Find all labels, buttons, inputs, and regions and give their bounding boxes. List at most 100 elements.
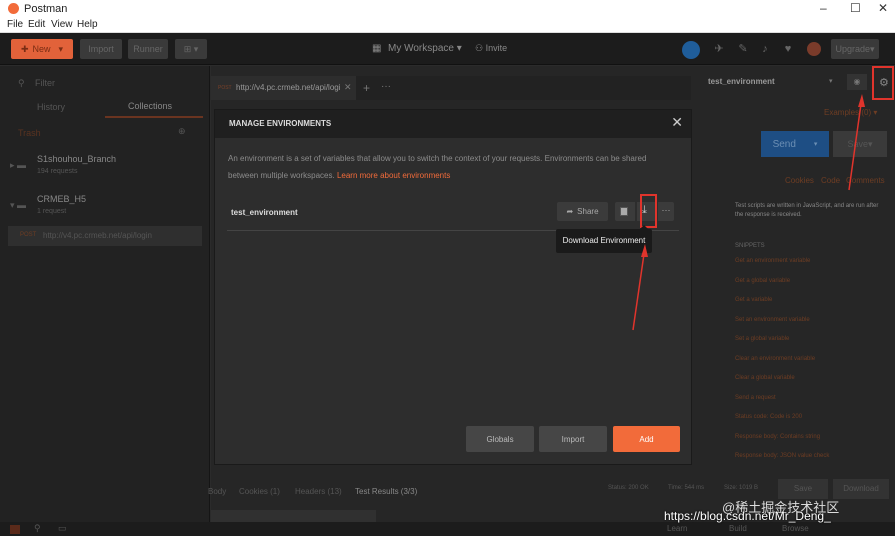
tab-history[interactable]: History	[37, 102, 65, 112]
watermark-csdn: https://blog.csdn.net/Mr_Deng_	[664, 509, 831, 523]
sync-icon[interactable]	[682, 41, 700, 59]
new-window-button[interactable]: ⊞ ▾	[175, 39, 207, 59]
save-button[interactable]: Save ▾	[833, 131, 887, 157]
collection-name: S1shouhou_Branch	[37, 154, 117, 164]
response-time: Time: 544 ms	[668, 485, 705, 491]
more-options-button[interactable]: ···	[658, 202, 674, 221]
new-button[interactable]: ✚ New ▾	[11, 39, 73, 59]
save-response-button[interactable]: Save	[778, 479, 828, 499]
find-icon[interactable]: ⚲	[34, 523, 41, 534]
cookies-link[interactable]: Cookies	[785, 176, 814, 185]
send-button[interactable]: Send ▾	[761, 131, 829, 157]
minimize-icon[interactable]: –	[820, 1, 827, 15]
window-title: Postman	[24, 3, 68, 15]
search-icon: ⚲	[18, 78, 25, 88]
filter-input[interactable]: Filter	[35, 78, 55, 88]
response-status: Status: 200 OK	[608, 485, 649, 491]
add-button[interactable]: Add	[613, 426, 680, 452]
environment-selector[interactable]: test_environment ▾	[702, 72, 842, 92]
tab-body[interactable]: Body	[208, 487, 226, 496]
code-link[interactable]: Code	[821, 176, 840, 185]
folder-icon: ▾ ▬	[10, 200, 27, 210]
collection-count: 1 request	[37, 208, 67, 215]
browse-link[interactable]: Browse	[782, 524, 809, 533]
snippet-link[interactable]: Get a variable	[735, 297, 772, 303]
close-window-icon[interactable]: ✕	[878, 1, 888, 15]
menu-edit[interactable]: Edit	[28, 19, 45, 30]
new-collection-icon[interactable]: ⊕	[178, 126, 186, 137]
close-tab-icon[interactable]: ✕	[344, 82, 352, 93]
request-tab-url: http://v4.pc.crmeb.net/api/logi	[236, 83, 341, 92]
menu-bar: File Edit View Help	[0, 18, 895, 33]
globals-button[interactable]: Globals	[466, 426, 534, 452]
tab-cookies[interactable]: Cookies (1)	[239, 487, 280, 496]
menu-help[interactable]: Help	[77, 19, 98, 30]
quick-look-eye-icon[interactable]: ◉	[847, 74, 867, 90]
snippet-link[interactable]: Status code: Code is 200	[735, 414, 802, 420]
add-tab-icon[interactable]: +	[363, 81, 370, 95]
maximize-icon[interactable]: ☐	[850, 1, 861, 15]
snippet-link[interactable]: Set an environment variable	[735, 317, 810, 323]
menu-view[interactable]: View	[51, 19, 73, 30]
collection-count: 194 requests	[37, 168, 78, 175]
collection-item[interactable]: ▾ ▬ CRMEB_H5 1 request	[0, 188, 210, 220]
status-bar: ⚲ ▭ Learn Build Browse	[0, 522, 895, 536]
duplicate-button[interactable]	[615, 202, 635, 221]
collection-item[interactable]: ▸ ▬ S1shouhou_Branch 194 requests	[0, 148, 210, 180]
snippet-link[interactable]: Response body: JSON value check	[735, 453, 829, 459]
snippet-link[interactable]: Set a global variable	[735, 336, 789, 342]
tests-intro: Test scripts are written in JavaScript, …	[735, 203, 879, 218]
tab-headers[interactable]: Headers (13)	[295, 487, 342, 496]
sidebar-toggle-icon[interactable]	[10, 525, 20, 534]
request-tab[interactable]: POST http://v4.pc.crmeb.net/api/logi ✕	[211, 76, 356, 100]
tab-collections[interactable]: Collections	[128, 101, 172, 111]
manage-environments-modal: MANAGE ENVIRONMENTS ✕ An environment is …	[214, 109, 692, 465]
learn-link[interactable]: Learn	[667, 524, 687, 533]
trash-link[interactable]: Trash	[18, 128, 41, 138]
title-bar: Postman – ☐ ✕	[0, 0, 895, 18]
menu-file[interactable]: File	[7, 19, 23, 30]
sidebar: ⚲ Filter History Collections Trash ⊕ ▸ ▬…	[0, 66, 210, 524]
request-item[interactable]: POST http://v4.pc.crmeb.net/api/login	[8, 226, 202, 246]
invite-button[interactable]: ⚇ Invite	[475, 43, 507, 54]
share-button[interactable]: ➦ Share	[557, 202, 608, 221]
comments-link[interactable]: Comments	[846, 176, 885, 185]
snippet-link[interactable]: Response body: Contains string	[735, 434, 820, 440]
share-arrow-icon: ➦	[566, 207, 574, 216]
console-icon[interactable]: ▭	[58, 523, 67, 534]
learn-more-link[interactable]: Learn more about environments	[337, 171, 450, 180]
snippet-link[interactable]: Get an environment variable	[735, 258, 810, 264]
heart-icon[interactable]: ♥	[781, 42, 795, 56]
snippet-link[interactable]: Clear an environment variable	[735, 356, 815, 362]
more-tabs-icon[interactable]: ···	[381, 81, 391, 92]
modal-title: MANAGE ENVIRONMENTS	[229, 119, 332, 128]
notifications-bell-icon[interactable]: ♪	[758, 42, 772, 56]
request-url: http://v4.pc.crmeb.net/api/login	[43, 231, 152, 240]
settings-wrench-icon[interactable]: ✎	[736, 42, 750, 56]
build-link[interactable]: Build	[729, 524, 747, 533]
workspace-selector[interactable]: My Workspace ▾	[388, 43, 462, 54]
filter-bar	[211, 510, 376, 522]
snippet-link[interactable]: Get a global variable	[735, 278, 790, 284]
toolbar: ✚ New ▾ Import Runner ⊞ ▾ ▦ My Workspace ▾…	[0, 33, 895, 65]
tab-test-results[interactable]: Test Results (3/3)	[355, 487, 417, 496]
import-button[interactable]: Import	[80, 39, 122, 59]
avatar[interactable]	[807, 42, 821, 56]
examples-link[interactable]: Examples (0) ▾	[824, 108, 877, 117]
interceptor-icon[interactable]: ✈	[712, 42, 726, 56]
import-button[interactable]: Import	[539, 426, 607, 452]
close-icon[interactable]: ✕	[671, 114, 683, 131]
response-size: Size: 1019 B	[724, 485, 759, 491]
manage-environments-gear-icon[interactable]: ⚙	[879, 76, 889, 89]
download-response-button[interactable]: Download	[833, 479, 889, 499]
tooltip: Download Environment	[556, 225, 652, 253]
chevron-down-icon: ▾	[829, 78, 833, 85]
workspace-grid-icon: ▦	[372, 43, 382, 54]
environment-name[interactable]: test_environment	[231, 208, 298, 217]
snippet-link[interactable]: Send a request	[735, 395, 776, 401]
upgrade-button[interactable]: Upgrade ▾	[831, 39, 879, 59]
snippets-label: SNIPPETS	[735, 243, 765, 249]
runner-button[interactable]: Runner	[128, 39, 168, 59]
request-method: POST	[20, 232, 37, 238]
snippet-link[interactable]: Clear a global variable	[735, 375, 795, 381]
